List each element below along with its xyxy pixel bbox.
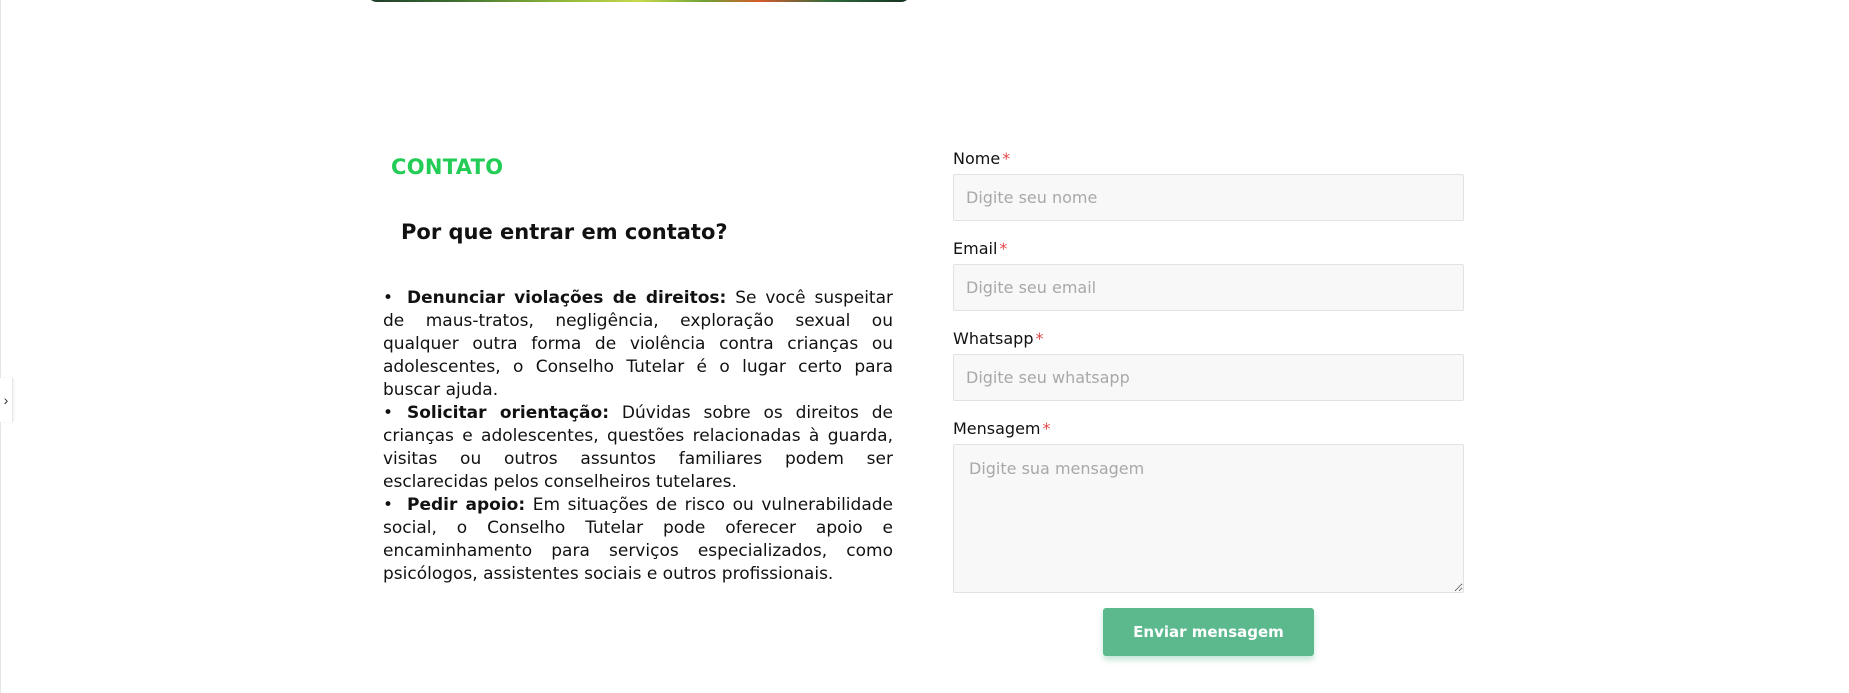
list-item: • Denunciar violações de direitos: Se voc… (383, 287, 893, 402)
name-label: Nome * (953, 148, 1464, 170)
contact-heading: Por que entrar em contato? (401, 220, 728, 244)
list-item: • Solicitar orientação: Dúvidas sobre os … (383, 402, 893, 494)
hero-image (367, 0, 911, 2)
message-label: Mensagem * (953, 418, 1464, 440)
whatsapp-field[interactable] (953, 354, 1464, 401)
required-mark: * (1002, 149, 1011, 168)
message-label-text: Mensagem (953, 419, 1041, 438)
reasons-list: • Denunciar violações de direitos: Se voc… (383, 287, 893, 586)
bullet: • (383, 403, 394, 423)
chevron-right-icon: › (3, 392, 9, 408)
contact-form: Nome* Email* Whatsapp* Mensagem* (953, 148, 1464, 593)
left-edge-divider (0, 0, 1, 693)
email-field[interactable] (953, 264, 1464, 311)
whatsapp-label-text: Whatsapp (953, 329, 1034, 348)
name-label-text: Nome (953, 149, 1001, 168)
email-label-text: Email (953, 239, 998, 258)
page: › CONTATO Por que entrar em contato? • De… (0, 0, 1849, 693)
send-message-button[interactable]: Enviar mensagem (1103, 608, 1314, 656)
bullet: • (383, 288, 394, 308)
message-field[interactable] (953, 444, 1464, 593)
required-mark: * (1035, 329, 1044, 348)
whatsapp-label: Whatsapp * (953, 328, 1464, 350)
reason-title: Pedir apoio: (407, 495, 526, 515)
name-field[interactable] (953, 174, 1464, 221)
reason-title: Denunciar violações de direitos: (407, 288, 727, 308)
list-item: • Pedir apoio: Em situações de risco ou v… (383, 494, 893, 586)
side-panel-toggle[interactable]: › (0, 378, 13, 422)
bullet: • (383, 495, 394, 515)
required-mark: * (1042, 419, 1051, 438)
reason-title: Solicitar orientação: (407, 403, 610, 423)
email-label: Email * (953, 238, 1464, 260)
section-label: CONTATO (391, 155, 504, 179)
required-mark: * (999, 239, 1008, 258)
